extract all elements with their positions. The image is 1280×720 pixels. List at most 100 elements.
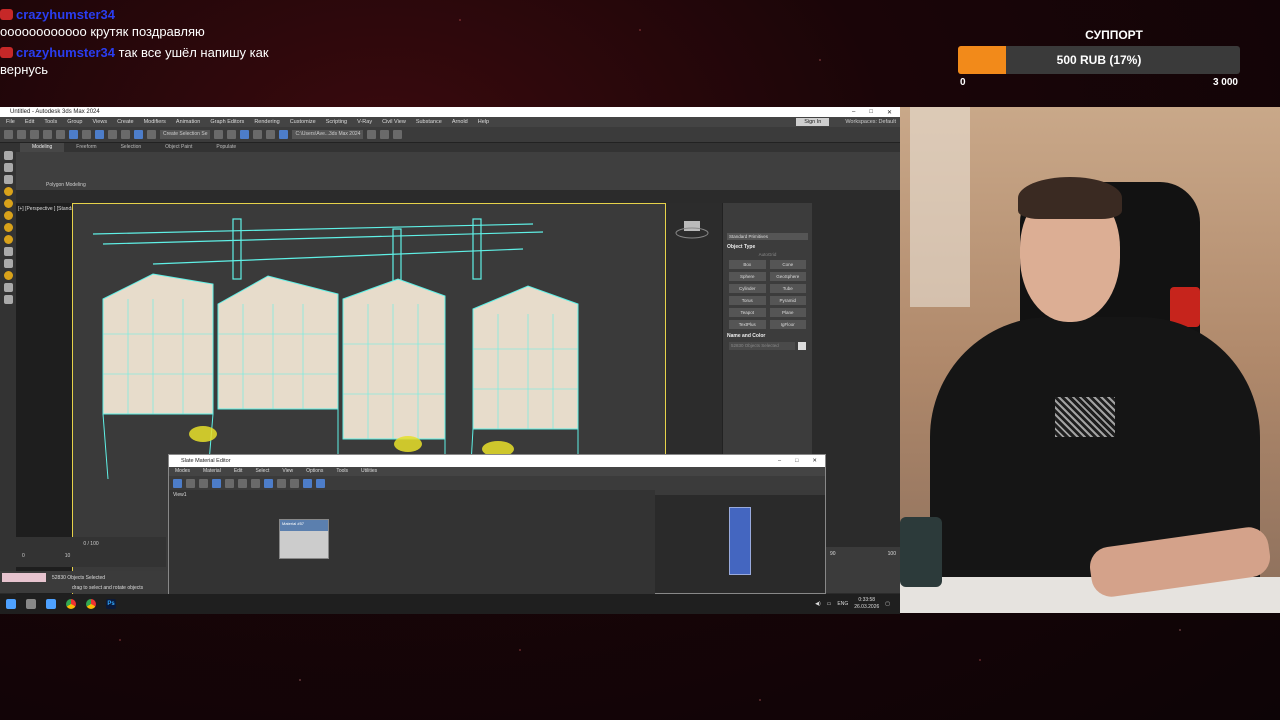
redo-icon[interactable] <box>17 130 26 139</box>
hide-unused-icon[interactable] <box>251 478 260 488</box>
tab-modeling[interactable]: Modeling <box>20 143 65 152</box>
mirror-icon[interactable] <box>214 130 224 139</box>
sign-in-button[interactable]: Sign In <box>796 118 830 126</box>
tube-button[interactable]: Tube <box>769 284 806 293</box>
tab-selection[interactable]: Selection <box>109 143 154 152</box>
sun-icon[interactable] <box>3 235 13 244</box>
tab-freeform[interactable]: Freeform <box>64 143 108 152</box>
background-icon[interactable] <box>277 478 286 488</box>
slate-node-view[interactable] <box>169 490 655 594</box>
menu-arnold[interactable]: Arnold <box>452 119 468 125</box>
geosphere-button[interactable]: GeoSphere <box>769 272 806 281</box>
bulb-icon[interactable] <box>3 271 13 280</box>
project-path-field[interactable]: C:\Users\Ave...3ds Max 2024 <box>292 130 364 139</box>
schematic-icon[interactable] <box>266 130 276 139</box>
name-color-rollout[interactable]: Name and Color <box>727 333 808 339</box>
select-tool-icon[interactable] <box>173 478 182 488</box>
selection-set-field[interactable]: Create Selection Se <box>160 130 211 139</box>
igfloor-button[interactable]: IgFloor <box>769 320 806 329</box>
display-icon[interactable] <box>3 175 13 184</box>
align-icon[interactable] <box>227 130 237 139</box>
put-material-icon[interactable] <box>199 478 208 488</box>
menu-help[interactable]: Help <box>478 119 489 125</box>
menu-animation[interactable]: Animation <box>176 119 200 125</box>
render-setup-icon[interactable] <box>367 130 377 139</box>
viewcube-icon[interactable] <box>666 203 722 243</box>
assign-material-icon[interactable] <box>212 478 221 488</box>
cone-button[interactable]: Cone <box>769 260 806 269</box>
maximize-icon[interactable]: □ <box>795 455 798 467</box>
undo-icon[interactable] <box>4 130 13 139</box>
bone-icon[interactable] <box>3 283 13 292</box>
explorer-icon[interactable] <box>26 599 36 609</box>
move-children-icon[interactable] <box>238 478 247 488</box>
minimize-icon[interactable]: – <box>852 109 855 116</box>
camera-icon[interactable] <box>3 199 13 208</box>
volume-icon[interactable]: ◀) <box>815 601 821 607</box>
box-button[interactable]: Box <box>729 260 766 269</box>
render-icon[interactable] <box>393 130 403 139</box>
slate-menu-select[interactable]: Select <box>255 467 269 476</box>
chrome-icon[interactable] <box>66 599 76 609</box>
show-map-icon[interactable] <box>264 478 273 488</box>
filter-icon[interactable] <box>3 163 13 172</box>
menu-modifiers[interactable]: Modifiers <box>144 119 166 125</box>
spacewarp-icon[interactable] <box>3 223 13 232</box>
maximize-icon[interactable]: □ <box>869 109 873 116</box>
tab-object-paint[interactable]: Object Paint <box>153 143 204 152</box>
bind-icon[interactable] <box>56 130 65 139</box>
menu-rendering[interactable]: Rendering <box>254 119 279 125</box>
teapot-button[interactable]: Teapot <box>729 308 766 317</box>
helper-icon[interactable] <box>3 211 13 220</box>
autogrid-checkbox[interactable]: AutoGrid <box>723 252 812 257</box>
layout-icon[interactable] <box>290 478 299 488</box>
torus-button[interactable]: Torus <box>729 296 766 305</box>
angle-snap-icon[interactable] <box>147 130 156 139</box>
delete-icon[interactable] <box>225 478 234 488</box>
menu-file[interactable]: File <box>6 119 15 125</box>
snap-icon[interactable] <box>134 130 143 139</box>
teapot-icon[interactable] <box>3 247 13 256</box>
3dsmax-taskbar-icon[interactable] <box>46 599 56 609</box>
pyramid-button[interactable]: Pyramid <box>769 296 806 305</box>
render-frame-icon[interactable] <box>380 130 390 139</box>
slate-menu-modes[interactable]: Modes <box>175 467 190 476</box>
menu-edit[interactable]: Edit <box>25 119 34 125</box>
slate-menu-material[interactable]: Material <box>203 467 221 476</box>
layer-icon[interactable] <box>240 130 250 139</box>
params-icon[interactable] <box>316 478 325 488</box>
maxscript-listener[interactable] <box>2 573 46 582</box>
chrome-profile-icon[interactable] <box>86 599 96 609</box>
minimize-icon[interactable]: – <box>778 455 781 467</box>
menu-graph-editors[interactable]: Graph Editors <box>210 119 244 125</box>
menu-tools[interactable]: Tools <box>44 119 57 125</box>
slate-menu-view[interactable]: View <box>282 467 293 476</box>
link-icon[interactable] <box>30 130 39 139</box>
scale-icon[interactable] <box>108 130 117 139</box>
menu-substance[interactable]: Substance <box>416 119 442 125</box>
network-icon[interactable]: ▭ <box>827 601 832 607</box>
menu-vray[interactable]: V-Ray <box>357 119 372 125</box>
primitive-type-dropdown[interactable]: Standard Primitives <box>727 233 808 240</box>
sphere-icon[interactable] <box>3 259 13 268</box>
slate-menu-options[interactable]: Options <box>306 467 323 476</box>
select-object-icon[interactable] <box>69 130 78 139</box>
object-color-swatch[interactable] <box>798 342 806 350</box>
time-slider[interactable]: 0 / 100 0 10 <box>16 537 166 567</box>
scene-explorer-icon[interactable] <box>3 151 13 160</box>
curve-editor-icon[interactable] <box>253 130 263 139</box>
pick-material-icon[interactable] <box>186 478 195 488</box>
slate-menu-edit[interactable]: Edit <box>234 467 243 476</box>
sphere-button[interactable]: Sphere <box>729 272 766 281</box>
tab-populate[interactable]: Populate <box>204 143 248 152</box>
move-icon[interactable] <box>121 130 130 139</box>
photoshop-icon[interactable]: Ps <box>106 599 116 609</box>
object-name-field[interactable]: 52830 Objects Selected <box>729 342 795 350</box>
menu-group[interactable]: Group <box>67 119 82 125</box>
menu-create[interactable]: Create <box>117 119 134 125</box>
close-icon[interactable]: ✕ <box>887 109 892 116</box>
ribbon-panel-label[interactable]: Polygon Modeling <box>46 182 86 188</box>
workspace-selector[interactable]: Workspaces: Default <box>845 119 896 125</box>
close-icon[interactable]: ✕ <box>812 455 817 467</box>
material-editor-icon[interactable] <box>279 130 289 139</box>
